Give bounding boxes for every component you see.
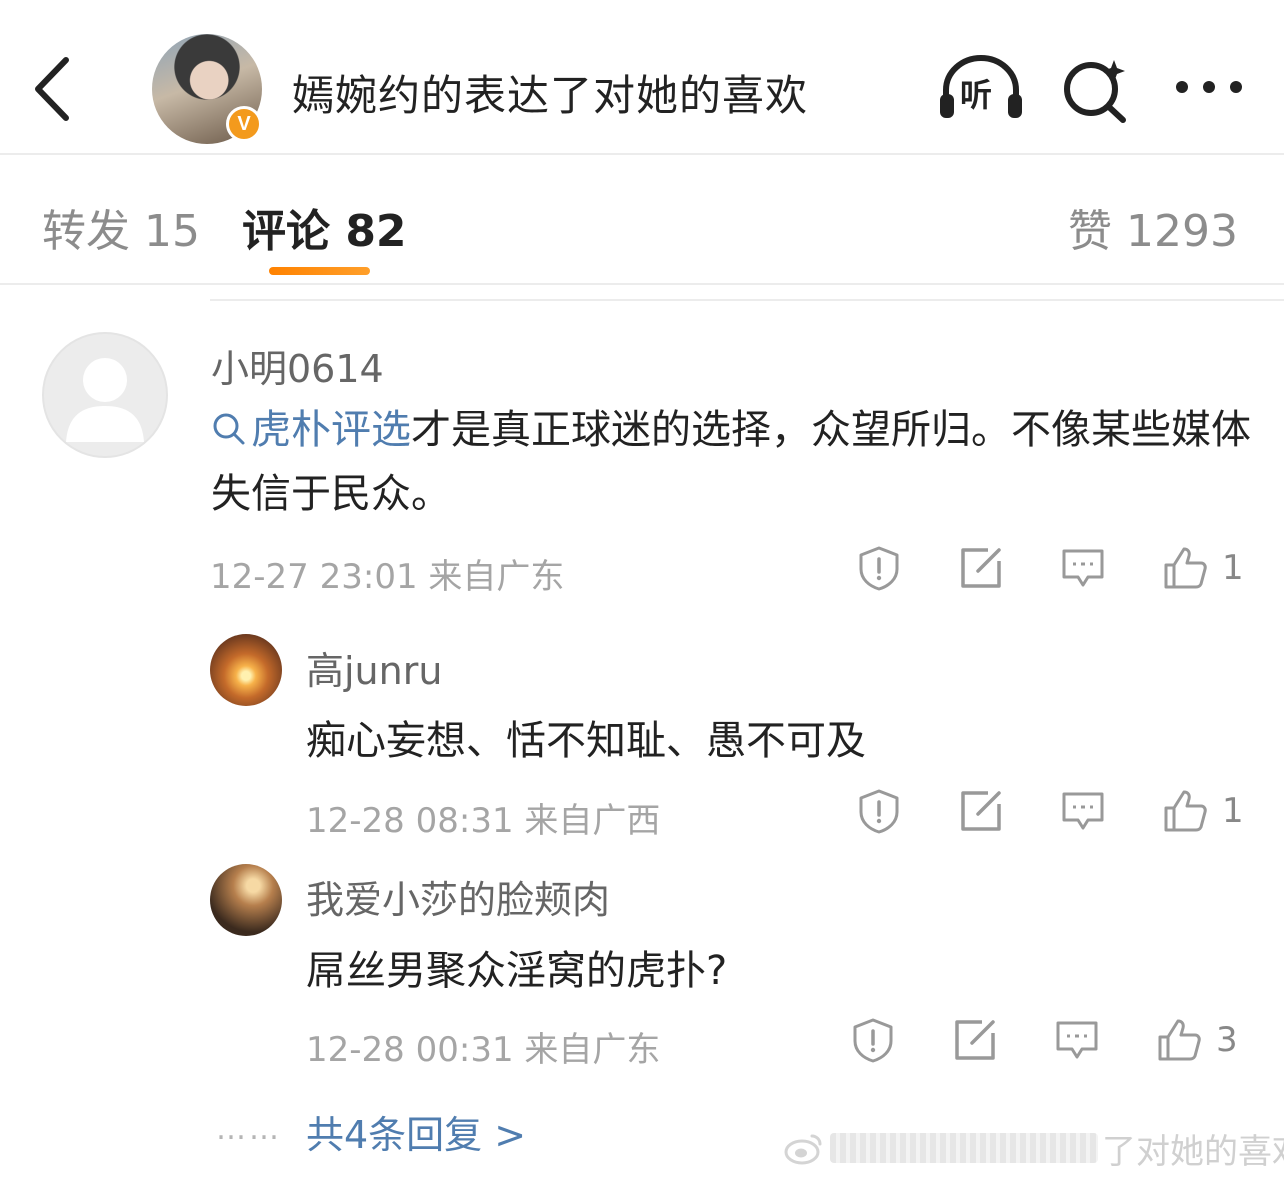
report-icon[interactable] — [856, 545, 902, 591]
tab-repost[interactable]: 转发 15 — [42, 195, 200, 259]
listen-button[interactable]: 听 — [938, 52, 1024, 122]
watermark-text: 了对她的喜欢 — [1102, 1131, 1284, 1172]
weibo-logo-icon — [784, 1134, 822, 1165]
like-count: 1 — [1222, 791, 1244, 831]
watermark-blur — [830, 1133, 1098, 1163]
comment-icon[interactable] — [1054, 1017, 1100, 1063]
search-icon — [1064, 60, 1126, 123]
repost-icon[interactable] — [958, 788, 1004, 834]
reply-meta: 12-28 08:31 来自广西 — [306, 801, 661, 841]
like-icon[interactable] — [1162, 545, 1208, 591]
repost-icon[interactable] — [952, 1017, 998, 1063]
reply-actions: 3 — [850, 1017, 1238, 1063]
repost-icon[interactable] — [958, 545, 1004, 591]
comment-text: 虎朴评选才是真正球迷的选择，众望所归。不像某些媒体失信于民众。 — [211, 398, 1251, 526]
avatar[interactable] — [210, 634, 282, 706]
comment-meta: 12-27 23:01 来自广东 — [210, 557, 565, 597]
more-button[interactable] — [1174, 72, 1244, 102]
top-nav-bar: V 嫣婉约的表达了对她的喜欢 听 — [0, 0, 1284, 155]
more-replies-dots: …… — [216, 1112, 282, 1147]
more-icon — [1176, 81, 1242, 93]
search-button[interactable] — [1060, 54, 1130, 124]
topic-label: 虎朴评选 — [251, 407, 411, 453]
comment-icon[interactable] — [1060, 788, 1106, 834]
reply-username[interactable]: 我爱小莎的脸颊肉 — [306, 869, 610, 924]
tab-comment[interactable]: 评论 82 — [242, 195, 407, 259]
tab-like[interactable]: 赞 1293 — [1068, 195, 1238, 259]
comment-username[interactable]: 小明0614 — [211, 338, 384, 393]
default-avatar-icon — [66, 358, 144, 442]
more-replies-link[interactable]: 共4条回复 > — [306, 1104, 526, 1159]
report-icon[interactable] — [850, 1017, 896, 1063]
avatar[interactable] — [210, 864, 282, 936]
watermark: 了对她的喜欢 — [784, 1126, 1284, 1172]
active-tab-indicator — [269, 267, 370, 275]
reply-meta: 12-28 00:31 来自广东 — [306, 1030, 661, 1070]
search-icon — [213, 413, 245, 445]
verified-badge: V — [226, 106, 262, 142]
divider — [210, 299, 1284, 301]
reply-text: 屌丝男聚众淫窝的虎扑? — [306, 948, 728, 994]
topic-link[interactable]: 虎朴评选 — [211, 407, 411, 453]
like-count: 3 — [1216, 1020, 1238, 1060]
reply-username[interactable]: 高junru — [306, 640, 442, 695]
page-title: 嫣婉约的表达了对她的喜欢 — [292, 71, 809, 120]
like-count: 1 — [1222, 548, 1244, 588]
reply-actions: 1 — [856, 788, 1244, 834]
report-icon[interactable] — [856, 788, 902, 834]
like-icon[interactable] — [1162, 788, 1208, 834]
reply-text: 痴心妄想、恬不知耻、愚不可及 — [306, 718, 866, 764]
comment-actions: 1 — [856, 545, 1244, 591]
listen-label: 听 — [960, 76, 993, 114]
like-icon[interactable] — [1156, 1017, 1202, 1063]
comment-icon[interactable] — [1060, 545, 1106, 591]
back-icon[interactable] — [26, 54, 86, 124]
avatar[interactable] — [42, 332, 168, 458]
tab-bar: 转发 15 评论 82 赞 1293 — [0, 157, 1284, 285]
